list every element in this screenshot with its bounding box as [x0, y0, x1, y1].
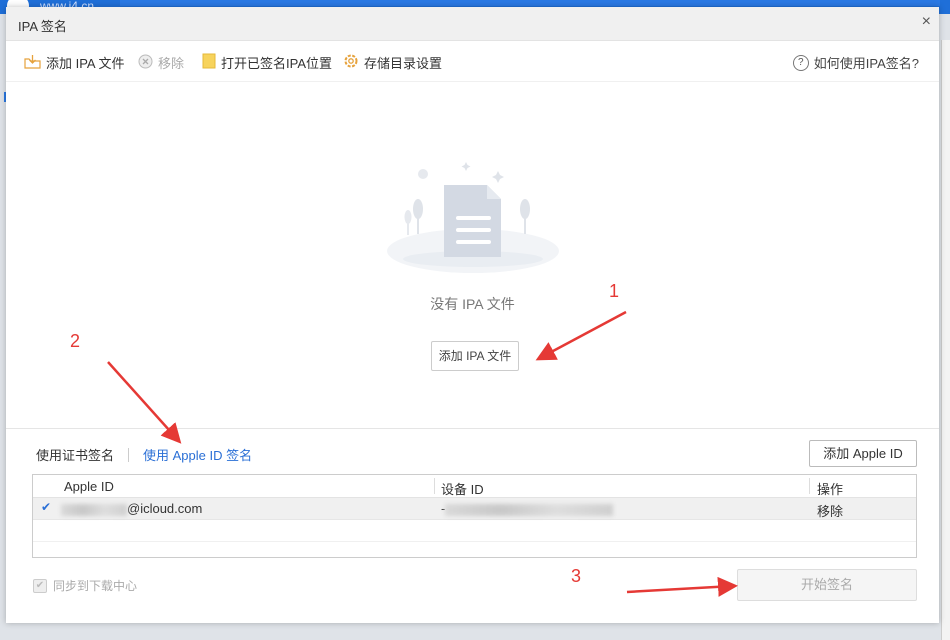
- sync-option[interactable]: ✔ 同步到下载中心: [33, 577, 137, 594]
- checkmark-icon[interactable]: ✔: [41, 500, 51, 514]
- gear-icon: [343, 53, 359, 72]
- tab-apple-id-sign[interactable]: 使用 Apple ID 签名: [143, 445, 252, 464]
- tab-certificate-sign[interactable]: 使用证书签名: [36, 445, 114, 464]
- table-empty-row: [33, 520, 916, 542]
- column-separator: [434, 478, 435, 494]
- redacted-device-id: [445, 503, 614, 516]
- remove-icon: [138, 54, 153, 72]
- storage-settings-button[interactable]: 存储目录设置: [343, 53, 442, 72]
- section-divider: [6, 428, 939, 429]
- apple-id-suffix: @icloud.com: [127, 501, 203, 516]
- sync-label: 同步到下载中心: [53, 579, 138, 593]
- question-icon: ?: [792, 54, 809, 71]
- empty-message: 没有 IPA 文件: [430, 296, 515, 312]
- help-label: 如何使用IPA签名?: [813, 56, 919, 71]
- background-bar: [120, 0, 940, 6]
- tab-separator: [128, 447, 130, 462]
- storage-settings-label: 存储目录设置: [364, 56, 443, 71]
- remove-row-link[interactable]: 移除: [817, 501, 843, 520]
- background-right-strip: [941, 40, 950, 640]
- add-file-icon: [24, 54, 41, 72]
- ipa-sign-dialog: IPA 签名 × 添加 IPA 文件 移除 打开已签名IPA位置 存储目录设置 …: [6, 7, 939, 623]
- column-header-apple-id: Apple ID: [64, 479, 114, 494]
- table-row[interactable]: ✔ @icloud.com - 移除: [33, 498, 916, 520]
- empty-state: 没有 IPA 文件 添加 IPA 文件: [6, 81, 939, 429]
- annotation-number-2: 2: [70, 331, 81, 351]
- remove-toolbar-button[interactable]: 移除: [138, 53, 184, 72]
- signing-mode-tabs: 使用证书签名 使用 Apple ID 签名: [36, 445, 252, 464]
- help-link[interactable]: ? 如何使用IPA签名?: [792, 53, 919, 72]
- open-signed-folder-button[interactable]: 打开已签名IPA位置: [202, 53, 332, 72]
- add-ipa-button[interactable]: 添加 IPA 文件: [431, 341, 519, 371]
- apple-id-table: Apple ID 设备 ID 操作 ✔ @icloud.com - 移除: [32, 474, 917, 558]
- toolbar: 添加 IPA 文件 移除 打开已签名IPA位置 存储目录设置 ? 如何使用IPA…: [6, 41, 939, 82]
- folder-icon: [202, 53, 216, 72]
- remove-toolbar-label: 移除: [158, 56, 185, 71]
- apple-id-cell: @icloud.com: [61, 501, 202, 516]
- add-ipa-toolbar-label: 添加 IPA 文件: [46, 56, 125, 71]
- add-ipa-toolbar-button[interactable]: 添加 IPA 文件: [24, 53, 125, 72]
- add-apple-id-button[interactable]: 添加 Apple ID: [809, 440, 917, 467]
- dialog-titlebar: IPA 签名 ×: [6, 7, 939, 41]
- redacted-email: [61, 503, 127, 516]
- column-header-action: 操作: [817, 482, 844, 497]
- annotation-number-3: 3: [571, 566, 582, 586]
- empty-document-illustration: [387, 162, 559, 273]
- device-id-cell: -: [441, 501, 614, 516]
- start-sign-button[interactable]: 开始签名: [737, 569, 917, 601]
- column-separator: [809, 478, 810, 494]
- table-header: Apple ID 设备 ID 操作: [33, 475, 916, 498]
- sync-checkbox[interactable]: ✔: [33, 578, 47, 593]
- column-header-device-id: 设备 ID: [441, 482, 484, 497]
- open-signed-folder-label: 打开已签名IPA位置: [221, 56, 332, 71]
- dialog-title: IPA 签名: [18, 19, 67, 34]
- annotation-number-1: 1: [609, 281, 620, 301]
- close-icon[interactable]: ×: [922, 13, 931, 31]
